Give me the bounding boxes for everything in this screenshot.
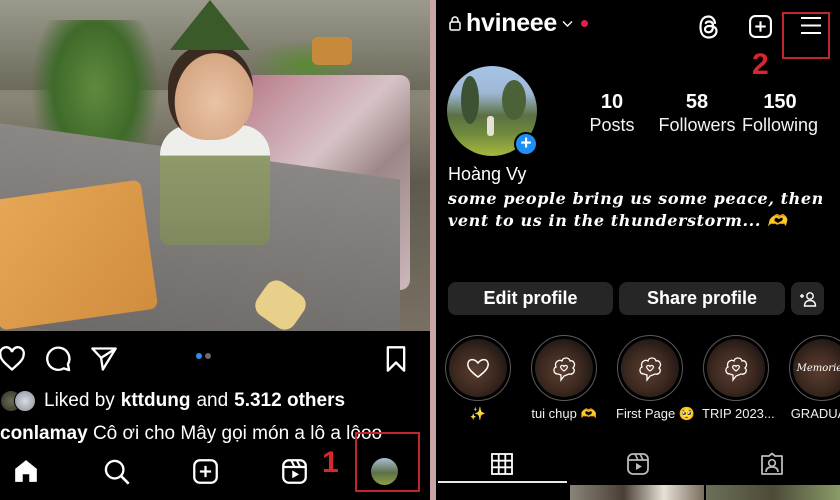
- tab-grid[interactable]: [436, 448, 568, 480]
- add-story-button[interactable]: +: [514, 132, 538, 156]
- highlight-cover: Memories: [793, 339, 840, 397]
- highlight-item[interactable]: TRIP 2023...: [702, 335, 775, 421]
- highlight-item[interactable]: Memories GRADUAT: [788, 335, 840, 421]
- highlight-ring: [617, 335, 683, 401]
- highlight-item[interactable]: ✨: [444, 335, 512, 422]
- carousel-dot: [205, 353, 211, 359]
- heart-doodle-icon: [467, 358, 489, 378]
- highlight-cover: [449, 339, 507, 397]
- highlight-label: GRADUAT: [790, 406, 840, 421]
- profile-bio: some people bring us some peace, then ve…: [448, 189, 824, 230]
- liker-username[interactable]: kttdung: [121, 390, 191, 412]
- threads-icon[interactable]: [697, 14, 721, 40]
- carousel-dot-active: [196, 353, 202, 359]
- highlight-ring: [703, 335, 769, 401]
- discover-people-button[interactable]: [791, 282, 824, 315]
- stat-label: Following: [741, 115, 819, 135]
- profile-screen: hvineee 2 + 10 Posts 58 Followers 150 Fo…: [436, 0, 840, 500]
- home-icon[interactable]: [13, 458, 39, 484]
- grid-icon: [491, 453, 513, 475]
- avatar-person: [487, 116, 494, 136]
- highlight-item[interactable]: First Page 🥺: [616, 335, 696, 422]
- photo-leaf-hat: [170, 0, 250, 50]
- photo-pot: [312, 37, 352, 65]
- likes-summary[interactable]: Liked by kttdung and 5.312 others: [0, 389, 345, 413]
- reels-icon[interactable]: [281, 458, 308, 485]
- avatar-tree: [461, 76, 479, 124]
- post-thumbnail[interactable]: [436, 485, 568, 500]
- comment-icon[interactable]: [44, 345, 72, 373]
- carousel-indicator: [196, 353, 211, 359]
- post-thumbnail[interactable]: [570, 485, 704, 500]
- highlight-cover-text: Memories: [796, 362, 840, 374]
- photo-book: [0, 179, 159, 331]
- paper-plane-icon[interactable]: [90, 346, 118, 372]
- cloud-heart-icon: [553, 357, 576, 382]
- highlight-ring: [445, 335, 511, 401]
- stat-value: 150: [763, 91, 797, 113]
- highlight-cover: [621, 339, 679, 397]
- caption-username[interactable]: conlamay: [0, 423, 88, 444]
- lock-icon: [449, 16, 461, 31]
- cloud-heart-icon: [639, 357, 662, 382]
- liker-avatar: [14, 390, 36, 412]
- tab-reels[interactable]: [572, 448, 704, 480]
- photo-child-body: [160, 125, 270, 245]
- account-switcher[interactable]: hvineee: [449, 9, 589, 38]
- post-photo[interactable]: [0, 0, 430, 331]
- annotation-box-2: [782, 12, 830, 59]
- feed-screen: Liked by kttdung and 5.312 others conlam…: [0, 0, 430, 500]
- cloud-heart-icon: [725, 357, 748, 382]
- profile-full-name: Hoàng Vy: [448, 164, 527, 184]
- highlight-label: TRIP 2023...: [702, 406, 775, 421]
- share-profile-button[interactable]: Share profile: [619, 282, 785, 315]
- photo-child-face: [168, 45, 253, 140]
- highlight-label: ✨: [469, 406, 487, 421]
- stat-following[interactable]: 150 Following: [730, 90, 830, 136]
- highlight-cover: [535, 339, 593, 397]
- active-tab-indicator: [438, 481, 567, 483]
- reels-icon: [627, 453, 649, 475]
- highlight-cover: [707, 339, 765, 397]
- highlight-label: tui chụp 🫶: [531, 406, 597, 421]
- highlight-ring: Memories: [789, 335, 840, 401]
- annotation-box-1: [355, 432, 420, 492]
- post-thumbnail[interactable]: [706, 485, 840, 500]
- avatar-tree: [502, 80, 526, 120]
- tagged-icon: [761, 452, 783, 475]
- posts-grid: [436, 485, 840, 500]
- profile-username: hvineee: [466, 9, 558, 37]
- caption-text: Cô ơi cho Mây gọi món a lô a lôoo: [92, 423, 383, 444]
- likes-prefix: Liked by: [44, 390, 115, 411]
- plus-square-icon[interactable]: [748, 14, 773, 39]
- bookmark-icon[interactable]: [385, 345, 407, 373]
- highlight-ring: [531, 335, 597, 401]
- notification-dot: [581, 20, 589, 27]
- chevron-down-icon: [562, 20, 573, 27]
- likes-joiner: and: [196, 390, 229, 411]
- edit-profile-button[interactable]: Edit profile: [448, 282, 613, 315]
- highlight-item[interactable]: tui chụp 🫶: [530, 335, 598, 422]
- tab-tagged[interactable]: [706, 448, 838, 480]
- add-person-icon: [799, 291, 816, 307]
- highlight-label: First Page 🥺: [616, 406, 696, 421]
- annotation-label-1: 1: [322, 446, 339, 479]
- search-icon[interactable]: [103, 458, 131, 486]
- plus-square-icon[interactable]: [192, 458, 219, 485]
- tutorial-composite: Liked by kttdung and 5.312 others conlam…: [0, 0, 840, 500]
- annotation-label-2: 2: [752, 48, 769, 81]
- likes-others[interactable]: 5.312 others: [234, 390, 345, 412]
- heart-icon[interactable]: [0, 346, 26, 372]
